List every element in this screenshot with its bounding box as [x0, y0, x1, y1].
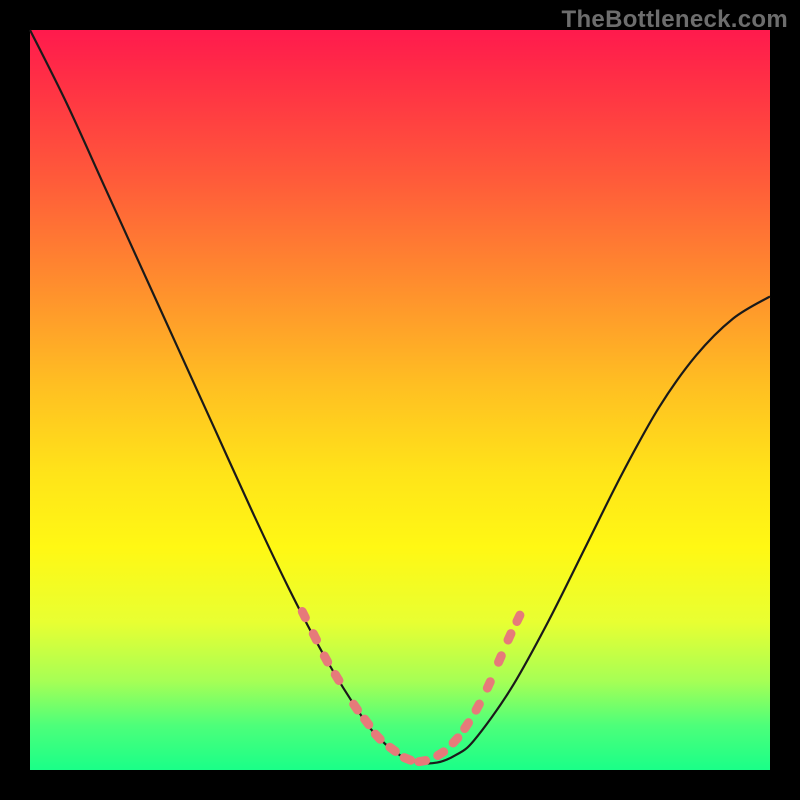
- curve-marker: [347, 698, 363, 716]
- curve-marker: [414, 755, 431, 766]
- curve-marker: [502, 628, 517, 646]
- curve-marker: [511, 609, 526, 627]
- curve-marker: [447, 731, 464, 749]
- marker-group: [296, 605, 526, 766]
- curve-marker: [493, 650, 508, 668]
- curve-marker: [481, 676, 496, 694]
- bottleneck-curve: [30, 30, 770, 764]
- curve-layer: [30, 30, 770, 770]
- curve-marker: [398, 752, 416, 766]
- watermark-text: TheBottleneck.com: [562, 6, 788, 34]
- curve-marker: [318, 650, 334, 668]
- curve-marker: [470, 698, 486, 716]
- curve-marker: [329, 668, 345, 686]
- plot-area: [30, 30, 770, 770]
- curve-marker: [458, 716, 474, 734]
- chart-frame: TheBottleneck.com: [0, 0, 800, 800]
